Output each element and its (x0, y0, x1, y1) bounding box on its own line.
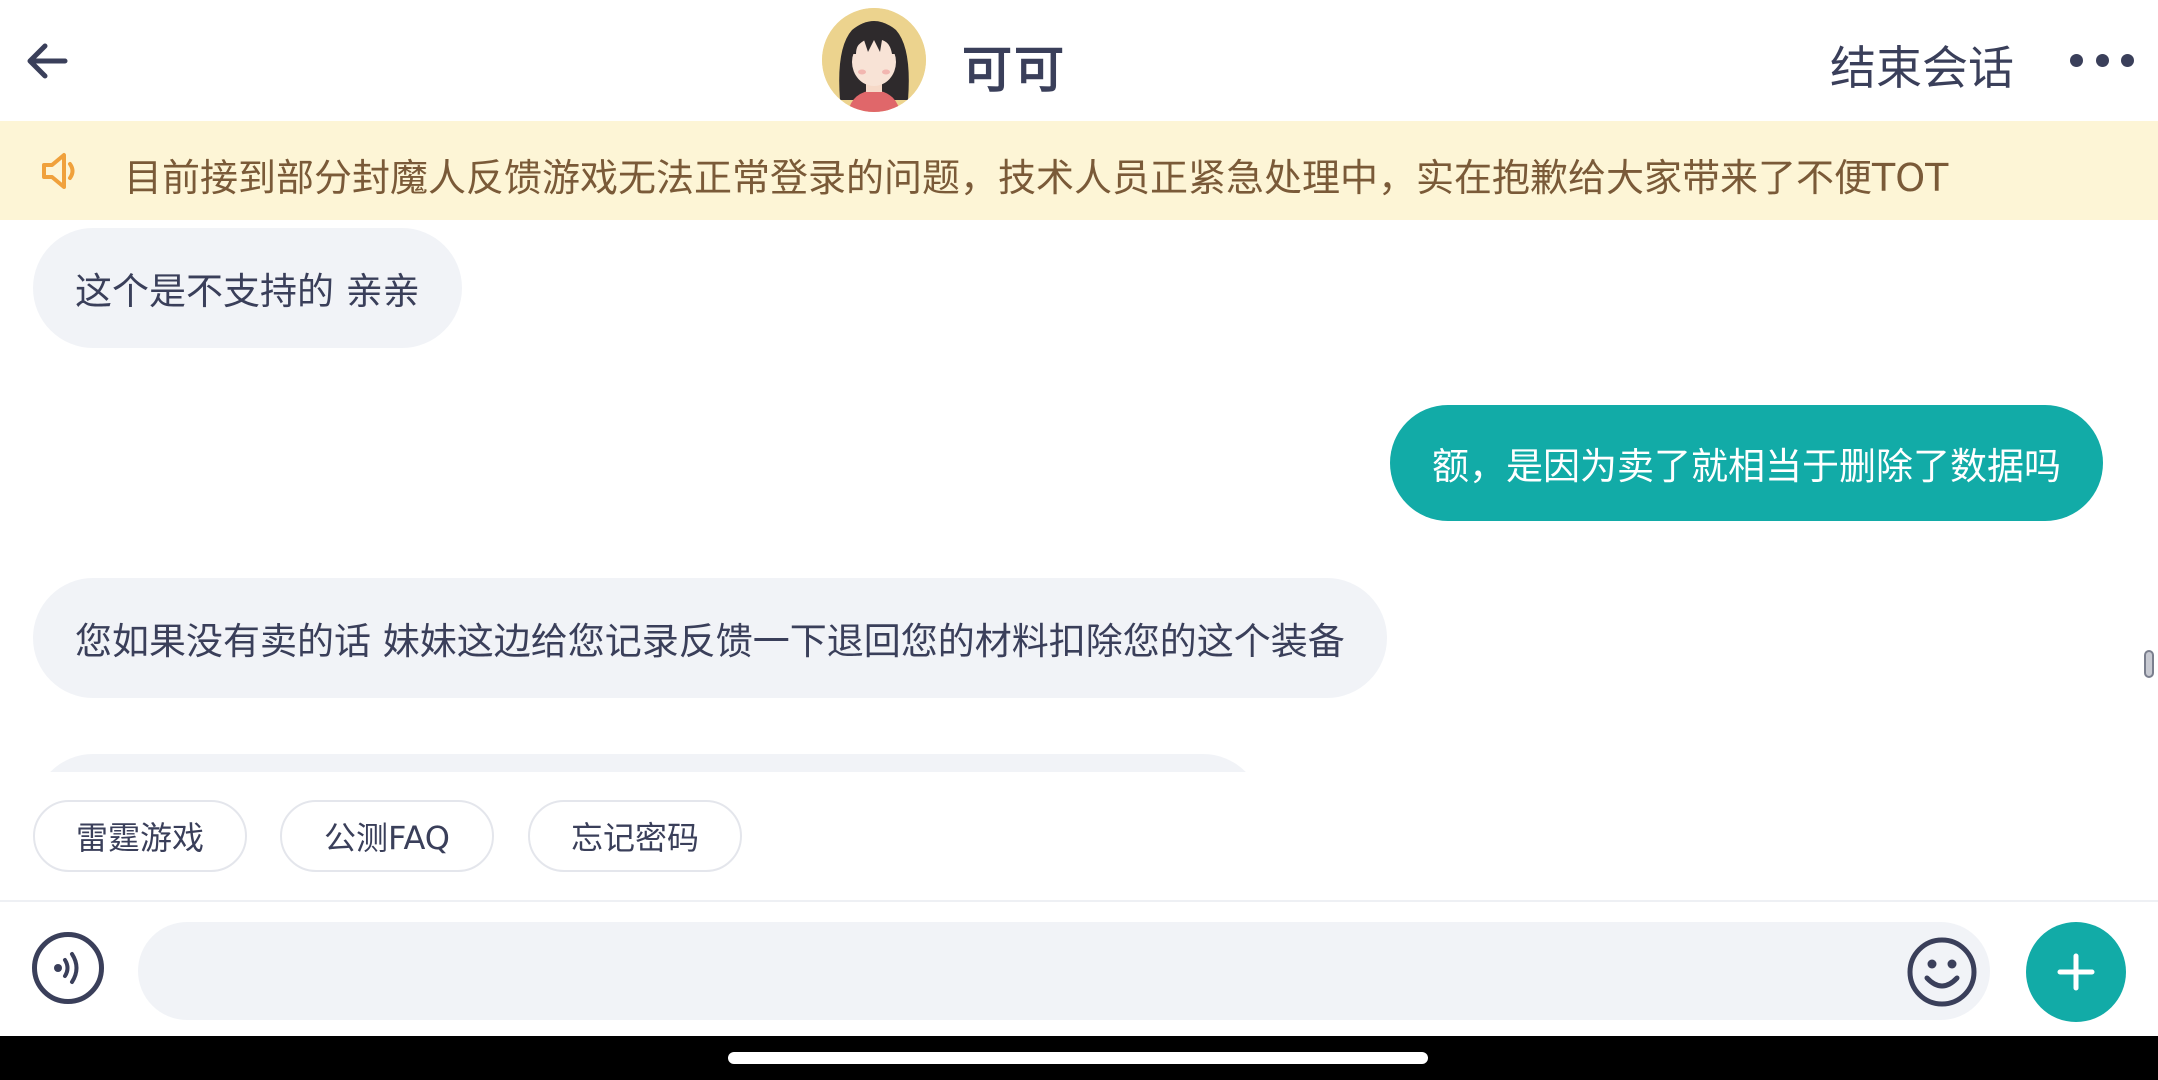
speaker-icon (42, 153, 75, 189)
smiley-icon[interactable] (1906, 936, 1978, 1008)
input-bar (0, 900, 2158, 1036)
arrow-left-icon (27, 43, 68, 79)
quick-replies: 雷霆游戏 公测FAQ 忘记密码 (0, 772, 2158, 900)
notice-text: 目前接到部分封魔人反馈游戏无法正常登录的问题，技术人员正紧急处理中，实在抱歉给大… (124, 156, 1949, 200)
user-message-bubble: 额，是因为卖了就相当于删除了数据吗 (1390, 405, 2103, 521)
back-button[interactable] (22, 36, 72, 86)
plus-icon (2057, 953, 2095, 991)
system-nav-bar (0, 1036, 2158, 1080)
agent-avatar-icon (822, 8, 926, 112)
voice-button[interactable] (32, 932, 104, 1004)
more-button[interactable] (2070, 40, 2134, 80)
agent-message-bubble: 这个是不支持的 亲亲 (33, 228, 462, 348)
end-session-button[interactable]: 结束会话 (1830, 32, 2014, 98)
avatar[interactable] (822, 8, 926, 112)
more-dots-icon (2070, 53, 2083, 67)
notice-banner[interactable]: 目前接到部分封魔人反馈游戏无法正常登录的问题，技术人员正紧急处理中，实在抱歉给大… (0, 121, 2158, 220)
chat-area[interactable]: 这个是不支持的 亲亲 额，是因为卖了就相当于删除了数据吗 您如果没有卖的话 妹妹… (0, 220, 2158, 772)
quick-reply-chip[interactable]: 忘记密码 (528, 800, 742, 872)
plus-button[interactable] (2026, 922, 2126, 1022)
scrollbar-thumb[interactable] (2144, 650, 2154, 678)
agent-message-bubble-partial (33, 754, 1263, 772)
agent-message-bubble: 您如果没有卖的话 妹妹这边给您记录反馈一下退回您的材料扣除您的这个装备 (33, 578, 1387, 698)
message-input[interactable] (138, 922, 1990, 1020)
quick-reply-chip[interactable]: 雷霆游戏 (33, 800, 247, 872)
agent-name: 可可 (962, 41, 1066, 99)
home-indicator[interactable] (728, 1052, 1428, 1064)
chat-header: 可可 结束会话 (0, 0, 2158, 121)
quick-reply-chip[interactable]: 公测FAQ (280, 800, 494, 872)
voice-wave-icon (54, 952, 79, 984)
